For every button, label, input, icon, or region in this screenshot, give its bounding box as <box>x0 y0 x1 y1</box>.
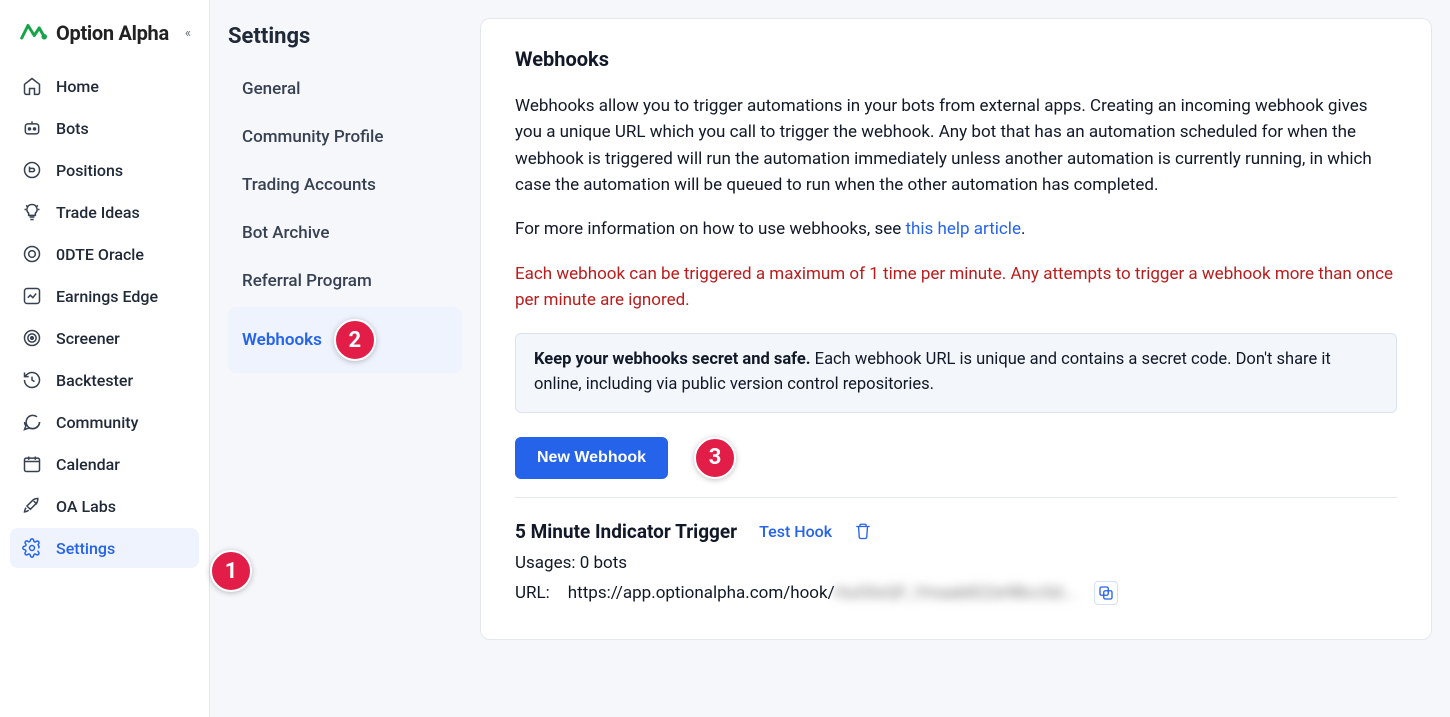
help-article-link[interactable]: this help article <box>905 219 1021 239</box>
oracle-icon <box>22 244 42 264</box>
nav-list: Home Bots Positions Trade Ideas 0DTE Ora… <box>10 66 199 568</box>
webhook-url-secret: HuO0xQF_Ymaab822e9BccSd... <box>835 583 1077 603</box>
settings-item-label: Webhooks <box>242 330 322 350</box>
webhook-usages: Usages: 0 bots <box>515 553 1397 573</box>
annotation-badge-2: 2 <box>334 319 376 361</box>
new-webhook-button[interactable]: New Webhook <box>515 437 668 479</box>
settings-item-community-profile[interactable]: Community Profile <box>228 115 462 159</box>
webhook-name: 5 Minute Indicator Trigger <box>515 520 737 543</box>
webhook-item: 5 Minute Indicator Trigger Test Hook Usa… <box>515 520 1397 605</box>
more-info-suffix: . <box>1021 219 1025 239</box>
nav-bots[interactable]: Bots <box>10 108 199 148</box>
nav-label: Trade Ideas <box>56 203 140 222</box>
webhook-url: https://app.optionalpha.com/hook/HuO0xQF… <box>568 583 1076 603</box>
webhook-header-row: 5 Minute Indicator Trigger Test Hook <box>515 520 1397 543</box>
nav-0dte-oracle[interactable]: 0DTE Oracle <box>10 234 199 274</box>
action-row: New Webhook 3 <box>515 437 1397 479</box>
nav-label: Backtester <box>56 371 133 390</box>
webhooks-description: Webhooks allow you to trigger automation… <box>515 93 1397 198</box>
nav-calendar[interactable]: Calendar <box>10 444 199 484</box>
nav-oa-labs[interactable]: OA Labs <box>10 486 199 526</box>
settings-item-label: Trading Accounts <box>242 175 376 195</box>
settings-item-general[interactable]: General <box>228 67 462 111</box>
more-info-prefix: For more information on how to use webho… <box>515 219 905 239</box>
annotation-badge-1: 1 <box>210 550 252 592</box>
main-content: Webhooks Webhooks allow you to trigger a… <box>480 0 1450 717</box>
settings-subnav: Settings General Community Profile Tradi… <box>210 0 480 717</box>
sidebar: Option Alpha « Home Bots Positions Trade… <box>0 0 210 717</box>
collapse-icon[interactable]: « <box>185 26 191 41</box>
nav-label: 0DTE Oracle <box>56 245 144 264</box>
rate-limit-warning: Each webhook can be triggered a maximum … <box>515 261 1397 314</box>
settings-list: General Community Profile Trading Accoun… <box>228 67 462 373</box>
copy-icon <box>1097 584 1115 602</box>
nav-label: Community <box>56 413 138 432</box>
secret-notice-box: Keep your webhooks secret and safe. Each… <box>515 333 1397 413</box>
settings-item-label: Referral Program <box>242 271 372 291</box>
secret-notice-bold: Keep your webhooks secret and safe. <box>534 350 811 369</box>
nav-community[interactable]: Community <box>10 402 199 442</box>
nav-label: Bots <box>56 119 89 138</box>
history-icon <box>22 370 42 390</box>
nav-settings[interactable]: Settings <box>10 528 199 568</box>
gear-icon <box>22 538 42 558</box>
settings-item-trading-accounts[interactable]: Trading Accounts <box>228 163 462 207</box>
nav-earnings-edge[interactable]: Earnings Edge <box>10 276 199 316</box>
nav-screener[interactable]: Screener <box>10 318 199 358</box>
calendar-icon <box>22 454 42 474</box>
more-info-line: For more information on how to use webho… <box>515 216 1397 242</box>
settings-item-label: Bot Archive <box>242 223 329 243</box>
rocket-icon <box>22 496 42 516</box>
test-hook-link[interactable]: Test Hook <box>759 522 832 541</box>
brand-row: Option Alpha « <box>10 18 199 66</box>
webhook-url-row: URL: https://app.optionalpha.com/hook/Hu… <box>515 581 1397 605</box>
delete-webhook-button[interactable] <box>854 522 872 540</box>
nav-label: Settings <box>56 539 115 558</box>
webhooks-card: Webhooks Webhooks allow you to trigger a… <box>480 18 1432 640</box>
bot-icon <box>22 118 42 138</box>
trash-icon <box>854 522 872 540</box>
annotation-badge-3: 3 <box>694 437 736 479</box>
nav-label: Home <box>56 77 99 96</box>
positions-icon <box>22 160 42 180</box>
nav-label: Earnings Edge <box>56 287 158 306</box>
target-icon <box>22 328 42 348</box>
home-icon <box>22 76 42 96</box>
settings-item-referral-program[interactable]: Referral Program <box>228 259 462 303</box>
divider <box>515 497 1397 498</box>
nav-label: Screener <box>56 329 120 348</box>
earnings-icon <box>22 286 42 306</box>
nav-label: Positions <box>56 161 123 180</box>
nav-backtester[interactable]: Backtester <box>10 360 199 400</box>
settings-item-bot-archive[interactable]: Bot Archive <box>228 211 462 255</box>
nav-trade-ideas[interactable]: Trade Ideas <box>10 192 199 232</box>
webhook-url-prefix: https://app.optionalpha.com/hook/ <box>568 583 835 603</box>
nav-label: Calendar <box>56 455 120 474</box>
settings-item-label: General <box>242 79 300 99</box>
lightbulb-icon <box>22 202 42 222</box>
copy-url-button[interactable] <box>1094 581 1118 605</box>
settings-item-webhooks[interactable]: Webhooks 2 <box>228 307 462 373</box>
brand-name: Option Alpha <box>56 21 169 45</box>
page-title: Webhooks <box>515 47 1397 71</box>
settings-heading: Settings <box>228 24 462 49</box>
brand-logo-icon <box>18 18 48 48</box>
settings-item-label: Community Profile <box>242 127 384 147</box>
webhook-url-label: URL: <box>515 583 550 603</box>
nav-positions[interactable]: Positions <box>10 150 199 190</box>
chat-icon <box>22 412 42 432</box>
nav-home[interactable]: Home <box>10 66 199 106</box>
nav-label: OA Labs <box>56 497 116 516</box>
